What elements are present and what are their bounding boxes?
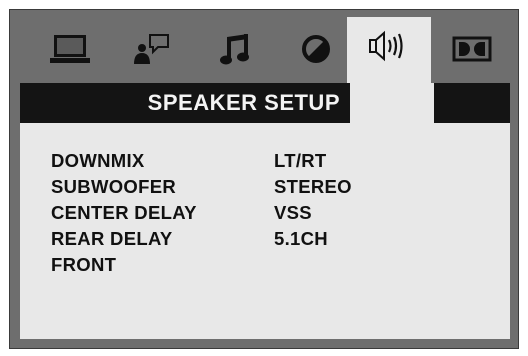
- tab-monitor[interactable]: [38, 20, 102, 78]
- speaker-icon: [369, 30, 403, 62]
- active-tab-connector: [350, 83, 434, 123]
- dolby-icon: [452, 36, 492, 62]
- page-title: SPEAKER SETUP: [147, 90, 340, 115]
- circle-slash-icon: [302, 35, 330, 63]
- setting-label: FRONT: [51, 254, 117, 275]
- tab-dolby[interactable]: [440, 20, 504, 78]
- title-bar: SPEAKER SETUP: [20, 83, 510, 123]
- setting-row-rear-delay[interactable]: REAR DELAY 5.1CH: [51, 226, 352, 252]
- settings-list: DOWNMIX LT/RT SUBWOOFER STEREO CENTER DE…: [51, 148, 352, 278]
- setting-label: REAR DELAY: [51, 228, 173, 249]
- setting-label: DOWNMIX: [51, 150, 145, 171]
- tab-bar: [10, 10, 518, 131]
- osd-frame: SPEAKER SETUP DOWNMIX LT/RT SUBWOOFER ST…: [9, 9, 519, 349]
- setting-value: 5.1CH: [274, 228, 328, 249]
- monitor-icon: [50, 35, 90, 63]
- tab-rating[interactable]: [284, 20, 348, 78]
- setting-value: VSS: [274, 202, 312, 223]
- setting-row-front[interactable]: FRONT: [51, 252, 352, 278]
- setting-value: LT/RT: [274, 150, 327, 171]
- setting-row-center-delay[interactable]: CENTER DELAY VSS: [51, 200, 352, 226]
- setting-row-subwoofer[interactable]: SUBWOOFER STEREO: [51, 174, 352, 200]
- person-speech-icon: [134, 34, 169, 64]
- setting-label: CENTER DELAY: [51, 202, 197, 223]
- setting-row-downmix[interactable]: DOWNMIX LT/RT: [51, 148, 352, 174]
- tab-language[interactable]: [120, 20, 184, 78]
- tab-audio[interactable]: [202, 20, 266, 78]
- setting-label: SUBWOOFER: [51, 176, 177, 197]
- music-note-icon: [220, 34, 249, 65]
- setting-value: STEREO: [274, 176, 352, 197]
- settings-panel: DOWNMIX LT/RT SUBWOOFER STEREO CENTER DE…: [20, 123, 510, 339]
